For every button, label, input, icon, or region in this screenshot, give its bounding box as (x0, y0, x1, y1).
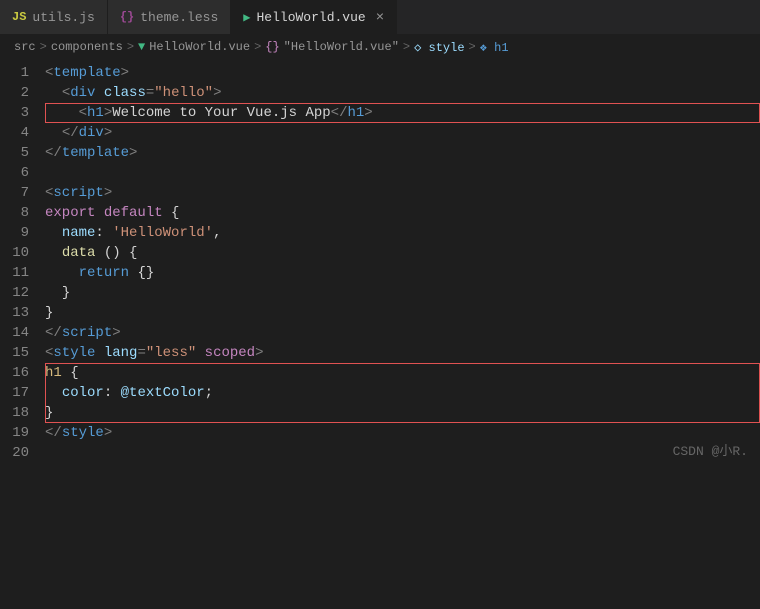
line-content-3: <h1>Welcome to Your Vue.js App</h1> (45, 103, 760, 123)
line-num-17: 17 (0, 383, 45, 403)
line-num-19: 19 (0, 423, 45, 443)
less-icon: {} (120, 10, 134, 24)
line-num-5: 5 (0, 143, 45, 163)
line-num-4: 4 (0, 123, 45, 143)
watermark: CSDN @小R. (673, 440, 748, 459)
tab-theme-less-label: theme.less (140, 10, 218, 25)
line-content-8: export default { (45, 203, 760, 223)
line-16: 16 h1 { (0, 363, 760, 383)
line-num-18: 18 (0, 403, 45, 423)
breadcrumb-style: ◇ style (414, 40, 464, 55)
vue-icon: ▶ (243, 10, 250, 25)
breadcrumb-h1: ❖ h1 (480, 40, 509, 55)
breadcrumb-quotename: "HelloWorld.vue" (284, 40, 399, 54)
line-4: 4 </div> (0, 123, 760, 143)
line-content-1: <template> (45, 63, 760, 83)
breadcrumb: src > components > ▼ HelloWorld.vue > {}… (0, 35, 760, 59)
line-8: 8 export default { (0, 203, 760, 223)
line-17: 17 color: @textColor; (0, 383, 760, 403)
line-content-4: </div> (45, 123, 760, 143)
line-num-20: 20 (0, 443, 45, 463)
line-num-9: 9 (0, 223, 45, 243)
line-20: 20 (0, 443, 760, 463)
breadcrumb-src: src (14, 40, 36, 54)
highlight-block: 16 h1 { 17 color: @textColor; 18 } (0, 363, 760, 423)
line-3: 3 <h1>Welcome to Your Vue.js App</h1> (0, 103, 760, 123)
line-9: 9 name: 'HelloWorld', (0, 223, 760, 243)
line-18: 18 } (0, 403, 760, 423)
line-num-15: 15 (0, 343, 45, 363)
tab-helloworld-label: HelloWorld.vue (256, 10, 365, 25)
line-2: 2 <div class="hello"> (0, 83, 760, 103)
line-13: 13 } (0, 303, 760, 323)
line-content-18: } (45, 403, 760, 423)
line-num-13: 13 (0, 303, 45, 323)
code-editor: 1 <template> 2 <div class="hello"> 3 <h1… (0, 59, 760, 467)
editor: 1 <template> 2 <div class="hello"> 3 <h1… (0, 59, 760, 467)
line-15: 15 <style lang="less" scoped> (0, 343, 760, 363)
line-11: 11 return {} (0, 263, 760, 283)
line-num-7: 7 (0, 183, 45, 203)
line-19: 19 </style> (0, 423, 760, 443)
tab-bar: JS utils.js {} theme.less ▶ HelloWorld.v… (0, 0, 760, 35)
breadcrumb-sep-3: > (254, 40, 261, 54)
breadcrumb-curly: {} (265, 40, 279, 54)
line-num-8: 8 (0, 203, 45, 223)
line-content-19: </style> (45, 423, 760, 443)
line-content-11: return {} (45, 263, 760, 283)
line-content-16: h1 { (45, 363, 760, 383)
line-content-15: <style lang="less" scoped> (45, 343, 760, 363)
line-num-1: 1 (0, 63, 45, 83)
line-num-10: 10 (0, 243, 45, 263)
line-num-16: 16 (0, 363, 45, 383)
line-content-9: name: 'HelloWorld', (45, 223, 760, 243)
line-num-14: 14 (0, 323, 45, 343)
line-14: 14 </script> (0, 323, 760, 343)
breadcrumb-sep-2: > (127, 40, 134, 54)
breadcrumb-sep-5: > (469, 40, 476, 54)
line-content-5: </template> (45, 143, 760, 163)
line-content-10: data () { (45, 243, 760, 263)
breadcrumb-components: components (51, 40, 123, 54)
line-content-14: </script> (45, 323, 760, 343)
line-5: 5 </template> (0, 143, 760, 163)
line-12: 12 } (0, 283, 760, 303)
line-num-3: 3 (0, 103, 45, 123)
breadcrumb-sep-1: > (40, 40, 47, 54)
tab-theme-less[interactable]: {} theme.less (108, 0, 231, 34)
line-num-2: 2 (0, 83, 45, 103)
line-10: 10 data () { (0, 243, 760, 263)
line-content-2: <div class="hello"> (45, 83, 760, 103)
breadcrumb-helloworld: HelloWorld.vue (149, 40, 250, 54)
line-7: 7 <script> (0, 183, 760, 203)
tab-utils[interactable]: JS utils.js (0, 0, 108, 34)
line-num-6: 6 (0, 163, 45, 183)
breadcrumb-sep-4: > (403, 40, 410, 54)
tab-utils-label: utils.js (32, 10, 94, 25)
line-1: 1 <template> (0, 63, 760, 83)
line-num-11: 11 (0, 263, 45, 283)
tab-helloworld[interactable]: ▶ HelloWorld.vue × (231, 0, 397, 34)
line-content-13: } (45, 303, 760, 323)
line-num-12: 12 (0, 283, 45, 303)
line-6: 6 (0, 163, 760, 183)
breadcrumb-vue-icon: ▼ (138, 40, 145, 54)
js-icon: JS (12, 10, 26, 24)
tab-close-icon[interactable]: × (376, 10, 384, 26)
line-content-7: <script> (45, 183, 760, 203)
line-content-12: } (45, 283, 760, 303)
line-content-17: color: @textColor; (45, 383, 760, 403)
